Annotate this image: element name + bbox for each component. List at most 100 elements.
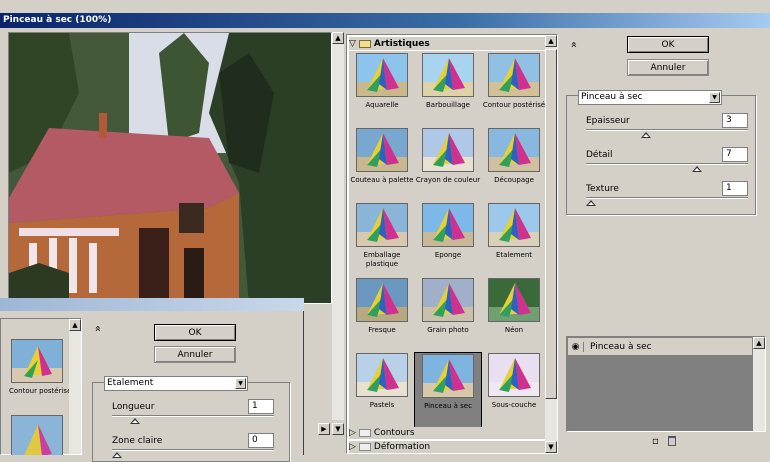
thumb-image bbox=[488, 53, 540, 97]
param-slider-track[interactable] bbox=[112, 449, 274, 451]
category-header-contours[interactable]: ▷ Contours bbox=[349, 427, 545, 439]
thumb-image bbox=[356, 53, 408, 97]
gallery-vscrollbar[interactable]: ▲ ▼ bbox=[545, 35, 557, 453]
thumb-label: Contour postérisé bbox=[9, 387, 72, 395]
filter-thumb[interactable]: Aquarelle bbox=[349, 53, 415, 110]
new-layer-icon[interactable]: ▫ bbox=[652, 436, 659, 447]
thumb-image bbox=[356, 128, 408, 172]
param-value-field[interactable]: 0 bbox=[248, 433, 274, 448]
folder-icon bbox=[358, 429, 371, 437]
filter-label: Fresque bbox=[368, 326, 396, 334]
window-title: Pinceau à sec (100%) bbox=[0, 13, 770, 28]
param-value-field[interactable]: 1 bbox=[722, 181, 748, 196]
filter-thumb[interactable]: Couteau à palette bbox=[349, 128, 415, 185]
filter-label: Pastels bbox=[369, 401, 395, 409]
thumbnail-grid: Aquarelle Barbouillage Contour postérisé Co… bbox=[349, 51, 547, 431]
eye-icon[interactable]: ◉ bbox=[568, 341, 584, 352]
thumb-image bbox=[356, 353, 408, 397]
category-label: Contours bbox=[373, 428, 415, 438]
param-value-field[interactable]: 3 bbox=[722, 113, 748, 128]
cancel-button[interactable]: Annuler bbox=[627, 59, 709, 76]
param-label: Détail bbox=[586, 150, 613, 160]
collapse-gallery-icon[interactable]: » bbox=[567, 41, 580, 48]
filter-thumb[interactable]: Crayon de couleur bbox=[415, 128, 481, 185]
param-label: Longueur bbox=[112, 402, 155, 412]
filter-label: Aquarelle bbox=[365, 101, 399, 109]
param-value-field[interactable]: 7 bbox=[722, 147, 748, 162]
category-header-deformation[interactable]: ▷ Déformation bbox=[349, 441, 545, 453]
param-value-field[interactable]: 1 bbox=[248, 399, 274, 414]
expand-open-icon: ▽ bbox=[349, 38, 356, 49]
ok-button[interactable]: OK bbox=[627, 36, 709, 53]
slider-handle[interactable] bbox=[586, 200, 596, 206]
filter-label: Néon bbox=[504, 326, 524, 334]
secondary-titlebar bbox=[0, 298, 304, 311]
layers-panel: ◉ Pinceau à sec ▲ bbox=[566, 336, 766, 432]
preview-scroll-down-icon[interactable]: ▼ bbox=[332, 423, 344, 435]
filter-select[interactable]: Pinceau à sec ▼ bbox=[578, 90, 722, 105]
filter-thumb[interactable]: Eponge bbox=[415, 203, 481, 260]
filter-select-value: Pinceau à sec bbox=[581, 92, 643, 102]
slider-handle[interactable] bbox=[692, 166, 703, 172]
filter-thumb[interactable]: Emballage plastique bbox=[349, 203, 415, 269]
preview-image bbox=[9, 33, 331, 303]
filter-gallery: ▽ Artistiques Aquarelle Barbouillage Conto… bbox=[346, 34, 558, 454]
filter-thumb[interactable]: Barbouillage bbox=[415, 53, 481, 110]
filter-label: Contour postérisé bbox=[482, 101, 546, 109]
gallery-scroll-thumb[interactable] bbox=[545, 49, 557, 399]
filter-thumb[interactable]: Découpage bbox=[481, 128, 547, 185]
filter-label: Sous-couche bbox=[491, 401, 537, 409]
scroll-up-icon[interactable]: ▲ bbox=[332, 32, 344, 44]
filter-label: Eponge bbox=[434, 251, 462, 259]
thumb-image bbox=[422, 203, 474, 247]
secondary-vscrollbar[interactable]: ▲ bbox=[69, 319, 81, 454]
thumb-image bbox=[11, 415, 63, 455]
thumb-image bbox=[11, 339, 63, 383]
layer-row[interactable]: ◉ Pinceau à sec bbox=[568, 338, 752, 356]
param-slider-track[interactable] bbox=[112, 415, 274, 417]
preview-vscrollbar[interactable]: ▲ bbox=[332, 32, 344, 420]
filter-thumb[interactable]: Néon bbox=[481, 278, 547, 335]
filter-label: Barbouillage bbox=[425, 101, 470, 109]
param-slider-track[interactable] bbox=[586, 197, 748, 199]
filter-thumb[interactable]: Contour postérisé bbox=[481, 53, 547, 110]
ok-button[interactable]: OK bbox=[154, 324, 236, 341]
filter-thumb[interactable]: Fresque bbox=[349, 278, 415, 335]
filter-label: Pinceau à sec bbox=[424, 402, 472, 410]
preview-scroll-right-icon[interactable]: ▶ bbox=[318, 423, 330, 435]
category-label: Artistiques bbox=[373, 38, 430, 49]
thumb-image bbox=[488, 203, 540, 247]
filter-label: Découpage bbox=[494, 176, 534, 184]
thumb-image bbox=[422, 53, 474, 97]
trash-icon[interactable] bbox=[668, 436, 676, 446]
scroll-down-icon[interactable]: ▼ bbox=[545, 441, 557, 453]
thumb-image bbox=[422, 354, 474, 398]
slider-handle[interactable] bbox=[640, 132, 651, 138]
filter-thumb[interactable]: Sous-couche bbox=[481, 353, 547, 410]
filter-label: Grain photo bbox=[427, 326, 469, 334]
thumb-image bbox=[488, 353, 540, 397]
secondary-thumb-2[interactable] bbox=[9, 415, 65, 455]
filter-thumb[interactable]: Etalement bbox=[481, 203, 547, 260]
collapse-gallery-icon[interactable]: » bbox=[91, 325, 104, 332]
filter-thumb[interactable]: Grain photo bbox=[415, 278, 481, 335]
filter-thumb[interactable]: Pastels bbox=[349, 353, 415, 410]
cancel-button[interactable]: Annuler bbox=[154, 346, 236, 363]
filter-thumb[interactable]: Pinceau à sec bbox=[414, 352, 482, 428]
param-slider-track[interactable] bbox=[586, 163, 748, 165]
layers-vscrollbar[interactable]: ▲ bbox=[753, 337, 765, 431]
preview-area[interactable] bbox=[8, 32, 332, 304]
param-slider-track[interactable] bbox=[586, 129, 748, 131]
secondary-thumb[interactable]: Contour postérisé bbox=[9, 339, 71, 395]
secondary-filter-select[interactable]: Etalement ▼ bbox=[104, 376, 248, 391]
thumb-image bbox=[422, 128, 474, 172]
folder-icon bbox=[358, 443, 371, 451]
category-header-artistiques[interactable]: ▽ Artistiques bbox=[349, 37, 545, 50]
slider-handle[interactable] bbox=[130, 418, 141, 424]
scroll-up-icon[interactable]: ▲ bbox=[69, 319, 81, 331]
scroll-up-icon[interactable]: ▲ bbox=[753, 337, 765, 349]
scroll-up-icon[interactable]: ▲ bbox=[545, 35, 557, 47]
slider-handle[interactable] bbox=[112, 452, 122, 458]
category-label: Déformation bbox=[373, 442, 431, 452]
filter-label: Crayon de couleur bbox=[415, 176, 481, 184]
